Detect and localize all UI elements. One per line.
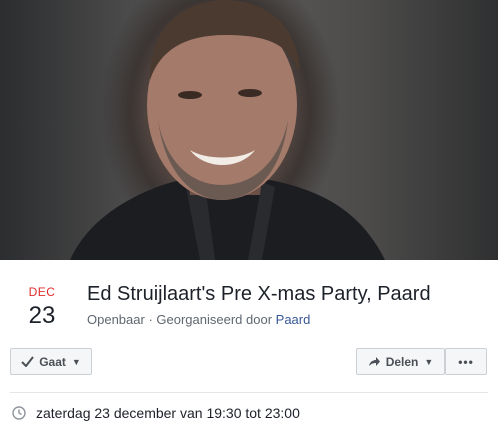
more-icon: ••• — [458, 354, 474, 369]
share-button[interactable]: Delen ▼ — [356, 348, 445, 375]
chevron-down-icon: ▼ — [71, 356, 81, 367]
going-label: Gaat — [39, 354, 66, 369]
event-month: DEC — [28, 285, 56, 299]
event-day: 23 — [28, 302, 56, 329]
share-arrow-icon — [368, 357, 380, 366]
event-date: DEC 23 — [14, 285, 70, 330]
more-button[interactable]: ••• — [445, 348, 487, 375]
divider — [10, 392, 488, 393]
cover-photo-illustration — [70, 0, 385, 260]
organizer-link[interactable]: Paard — [276, 312, 311, 327]
event-privacy: Openbaar — [87, 312, 145, 327]
chevron-down-icon: ▼ — [424, 356, 434, 367]
clock-icon — [12, 406, 26, 420]
share-label: Delen — [385, 354, 419, 369]
organizer-prefix: · Georganiseerd door — [148, 312, 273, 327]
event-meta: Openbaar · Georganiseerd door Paard — [87, 312, 310, 327]
going-button[interactable]: Gaat ▼ — [10, 348, 92, 375]
event-cover-photo[interactable] — [0, 0, 498, 260]
check-icon — [21, 356, 34, 367]
event-datetime: zaterdag 23 december van 19:30 tot 23:00 — [36, 405, 300, 421]
event-title[interactable]: Ed Struijlaart's Pre X-mas Party, Paard — [87, 283, 431, 306]
